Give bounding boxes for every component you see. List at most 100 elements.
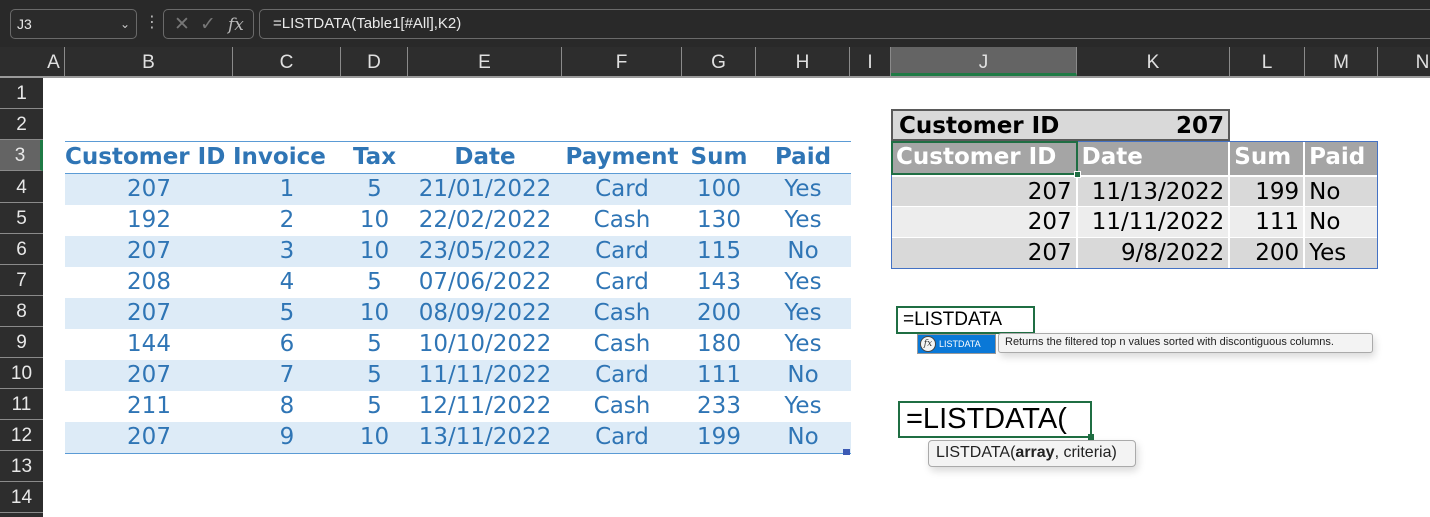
- table-cell[interactable]: 6: [233, 329, 341, 360]
- column-header-h[interactable]: H: [756, 47, 850, 76]
- table-cell[interactable]: 100: [682, 174, 756, 205]
- fill-handle[interactable]: [1074, 171, 1081, 178]
- table-cell[interactable]: 12/11/2022: [408, 391, 562, 422]
- table-cell[interactable]: 180: [682, 329, 756, 360]
- table-cell[interactable]: 207: [65, 360, 233, 391]
- table-cell[interactable]: 4: [233, 267, 341, 298]
- column-header-k[interactable]: K: [1077, 47, 1230, 76]
- result-cell[interactable]: 207: [892, 177, 1078, 206]
- table-header-cell[interactable]: Tax: [341, 142, 408, 173]
- result-cell[interactable]: 9/8/2022: [1078, 238, 1231, 268]
- table-cell[interactable]: Yes: [756, 391, 850, 422]
- table-cell[interactable]: 8: [233, 391, 341, 422]
- result-cell[interactable]: Yes: [1305, 238, 1377, 268]
- name-box[interactable]: J3 ⌄: [10, 9, 137, 39]
- table-header-cell[interactable]: Sum: [682, 142, 756, 173]
- result-cell[interactable]: No: [1305, 207, 1377, 237]
- row-header-6[interactable]: 6: [0, 234, 43, 265]
- row-header-8[interactable]: 8: [0, 296, 43, 327]
- row-header-3[interactable]: 3: [0, 140, 43, 171]
- result-cell[interactable]: 207: [892, 238, 1078, 268]
- table-cell[interactable]: 130: [682, 205, 756, 236]
- formula-input[interactable]: =LISTDATA(Table1[#All],K2): [259, 9, 1430, 39]
- table-cell[interactable]: 143: [682, 267, 756, 298]
- table-cell[interactable]: 07/06/2022: [408, 267, 562, 298]
- table-cell[interactable]: 207: [65, 236, 233, 267]
- result-header-cell[interactable]: Sum: [1230, 142, 1306, 175]
- active-cell-selection[interactable]: [891, 141, 1081, 178]
- row-header-7[interactable]: 7: [0, 265, 43, 296]
- result-header-cell[interactable]: Paid: [1305, 142, 1377, 175]
- table-cell[interactable]: Card: [562, 360, 682, 391]
- table-cell[interactable]: 111: [682, 360, 756, 391]
- table-cell[interactable]: Yes: [756, 174, 850, 205]
- table-cell[interactable]: 10: [341, 205, 408, 236]
- column-header-f[interactable]: F: [562, 47, 682, 76]
- table-cell[interactable]: 5: [341, 329, 408, 360]
- table-cell[interactable]: 10: [341, 298, 408, 329]
- table-header-cell[interactable]: Payment: [562, 142, 682, 173]
- table-cell[interactable]: 10: [341, 236, 408, 267]
- table-cell[interactable]: Yes: [756, 205, 850, 236]
- table-cell[interactable]: 11/11/2022: [408, 360, 562, 391]
- table-cell[interactable]: 208: [65, 267, 233, 298]
- table-cell[interactable]: 199: [682, 422, 756, 453]
- cell-editor-autocomplete[interactable]: =LISTDATA: [896, 306, 1035, 334]
- chevron-down-icon[interactable]: ⌄: [120, 10, 130, 38]
- row-header-9[interactable]: 9: [0, 327, 43, 358]
- table-cell[interactable]: 2: [233, 205, 341, 236]
- table-resize-handle[interactable]: [843, 449, 850, 455]
- column-header-m[interactable]: M: [1305, 47, 1378, 76]
- table-cell[interactable]: Yes: [756, 298, 850, 329]
- column-header-i[interactable]: I: [850, 47, 891, 76]
- column-header-j[interactable]: J: [891, 47, 1077, 76]
- row-header-11[interactable]: 11: [0, 389, 43, 420]
- table-cell[interactable]: 211: [65, 391, 233, 422]
- criteria-cell[interactable]: Customer ID 207: [891, 109, 1230, 141]
- column-header-e[interactable]: E: [408, 47, 562, 76]
- column-header-n[interactable]: N: [1378, 47, 1430, 76]
- table-cell[interactable]: 23/05/2022: [408, 236, 562, 267]
- table-cell[interactable]: 5: [341, 360, 408, 391]
- column-header-b[interactable]: B: [65, 47, 233, 76]
- table-cell[interactable]: No: [756, 360, 850, 391]
- row-header-14[interactable]: 14: [0, 482, 43, 513]
- result-cell[interactable]: 11/11/2022: [1078, 207, 1231, 237]
- cancel-icon[interactable]: ✕: [174, 12, 190, 36]
- column-header-l[interactable]: L: [1230, 47, 1305, 76]
- row-header-1[interactable]: 1: [0, 78, 43, 109]
- table-cell[interactable]: 5: [341, 174, 408, 205]
- row-header-2[interactable]: 2: [0, 109, 43, 140]
- table-cell[interactable]: 207: [65, 298, 233, 329]
- table-cell[interactable]: 200: [682, 298, 756, 329]
- table-cell[interactable]: 207: [65, 174, 233, 205]
- row-header-5[interactable]: 5: [0, 203, 43, 234]
- table-cell[interactable]: 13/11/2022: [408, 422, 562, 453]
- insert-function-icon[interactable]: fx: [228, 13, 244, 37]
- table-cell[interactable]: 207: [65, 422, 233, 453]
- row-header-13[interactable]: 13: [0, 451, 43, 482]
- table-cell[interactable]: 1: [233, 174, 341, 205]
- table-cell[interactable]: 10/10/2022: [408, 329, 562, 360]
- column-header-c[interactable]: C: [233, 47, 341, 76]
- table-cell[interactable]: Cash: [562, 205, 682, 236]
- row-header-12[interactable]: 12: [0, 420, 43, 451]
- argument-hint-tooltip[interactable]: LISTDATA(array, criteria): [928, 440, 1136, 467]
- enter-icon[interactable]: ✓: [200, 12, 216, 36]
- table-cell[interactable]: Cash: [562, 329, 682, 360]
- cell-editor-args[interactable]: =LISTDATA(: [898, 401, 1094, 440]
- table-cell[interactable]: Cash: [562, 298, 682, 329]
- table-cell[interactable]: 144: [65, 329, 233, 360]
- table-cell[interactable]: No: [756, 236, 850, 267]
- more-options-icon[interactable]: ⋮: [144, 12, 160, 32]
- table-cell[interactable]: 08/09/2022: [408, 298, 562, 329]
- table-cell[interactable]: Yes: [756, 267, 850, 298]
- result-cell[interactable]: 200: [1230, 238, 1306, 268]
- arg-hint-current-arg[interactable]: array: [1015, 444, 1054, 461]
- table-cell[interactable]: No: [756, 422, 850, 453]
- table-cell[interactable]: 22/02/2022: [408, 205, 562, 236]
- table-cell[interactable]: Cash: [562, 391, 682, 422]
- table-cell[interactable]: 115: [682, 236, 756, 267]
- table-header-cell[interactable]: Invoice: [233, 142, 341, 173]
- result-cell[interactable]: No: [1305, 177, 1377, 206]
